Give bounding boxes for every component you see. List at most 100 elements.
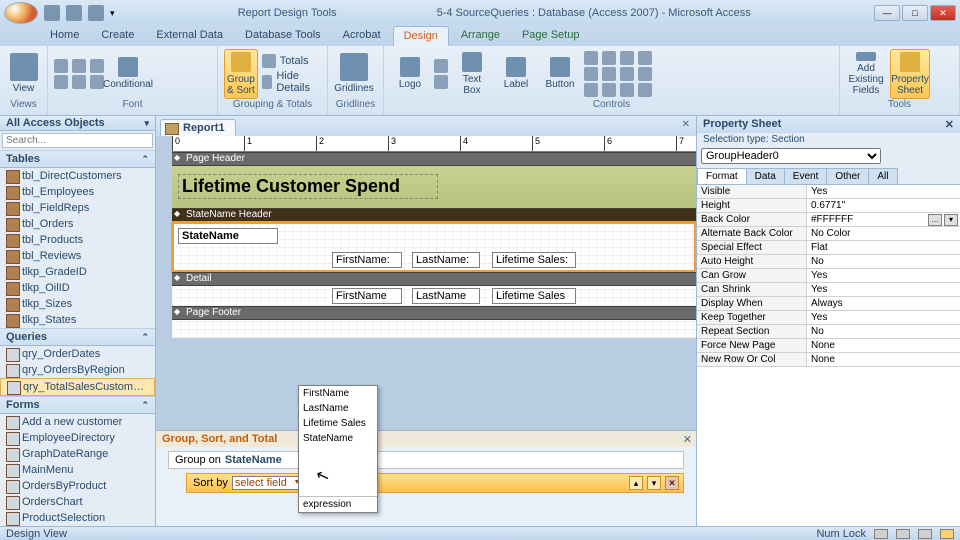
document-close-icon[interactable]: ✕ [682,119,690,130]
nav-table-item[interactable]: tbl_Orders [0,216,155,232]
view-print-icon[interactable] [896,529,910,539]
prop-value[interactable]: None [807,353,960,366]
prop-tab-format[interactable]: Format [697,168,747,184]
field-option-expression[interactable]: expression [299,497,377,512]
save-icon[interactable] [44,5,60,21]
view-layout-icon[interactable] [918,529,932,539]
prop-tab-data[interactable]: Data [746,168,785,184]
totals-button[interactable]: Totals [262,54,321,68]
field-option[interactable]: FirstName [299,386,377,401]
nav-search-input[interactable] [2,133,153,148]
nav-table-item[interactable]: tlkp_States [0,312,155,328]
control-icon[interactable] [434,75,448,89]
prop-tab-event[interactable]: Event [784,168,828,184]
prop-value[interactable]: No [807,255,960,268]
nav-form-item[interactable]: OrdersByProduct [0,478,155,494]
prop-row[interactable]: Can GrowYes [697,269,960,283]
nav-table-item[interactable]: tbl_DirectCustomers [0,168,155,184]
nav-form-item[interactable]: GraphDateRange [0,446,155,462]
property-sheet-button[interactable]: Property Sheet [890,49,930,99]
control-icon[interactable] [602,51,616,65]
column-label[interactable]: FirstName: [332,252,402,268]
add-fields-button[interactable]: Add Existing Fields [846,49,886,99]
nav-table-item[interactable]: tbl_Products [0,232,155,248]
section-page-footer-body[interactable] [172,320,696,338]
control-icon[interactable] [638,67,652,81]
tab-arrange[interactable]: Arrange [451,26,510,46]
view-design-icon[interactable] [940,529,954,539]
italic-icon[interactable] [72,59,86,73]
nav-form-item[interactable]: ProductSelection [0,510,155,526]
control-icon[interactable] [620,51,634,65]
nav-form-item[interactable]: OrdersChart [0,494,155,510]
field-option[interactable]: LastName [299,401,377,416]
control-icon[interactable] [602,67,616,81]
control-icon[interactable] [620,67,634,81]
tab-external-data[interactable]: External Data [146,26,233,46]
section-page-header-body[interactable]: Lifetime Customer Spend [172,166,696,208]
nav-form-item[interactable]: Add a new customer [0,414,155,430]
undo-icon[interactable] [66,5,82,21]
tab-database-tools[interactable]: Database Tools [235,26,331,46]
underline-icon[interactable] [90,59,104,73]
nav-table-item[interactable]: tlkp_Sizes [0,296,155,312]
conditional-button[interactable]: Conditional [108,49,148,99]
label-button[interactable]: Label [496,49,536,99]
column-label[interactable]: LastName: [412,252,480,268]
view-button[interactable]: View [6,49,41,99]
prop-row[interactable]: Repeat SectionNo [697,325,960,339]
prop-row[interactable]: Height0.6771" [697,199,960,213]
prop-value[interactable]: Yes [807,311,960,324]
nav-section-tables[interactable]: Tables⌃ [0,150,155,168]
nav-form-item[interactable]: EmployeeDirectory [0,430,155,446]
tab-page-setup[interactable]: Page Setup [512,26,590,46]
nav-table-item[interactable]: tlkp_OilID [0,280,155,296]
prop-value[interactable]: Yes [807,269,960,282]
field-option[interactable]: StateName [299,431,377,446]
button-control-button[interactable]: Button [540,49,580,99]
nav-table-item[interactable]: tbl_Employees [0,184,155,200]
control-icon[interactable] [584,83,598,97]
document-tab[interactable]: Report1 [160,119,236,136]
nav-query-item[interactable]: qry_OrderDates [0,346,155,362]
gst-move-down-icon[interactable]: ▾ [647,476,661,490]
prop-object-selector[interactable]: GroupHeader0 [701,148,881,164]
column-label[interactable]: Lifetime Sales: [492,252,576,268]
textbox-button[interactable]: Text Box [452,49,492,99]
detail-field[interactable]: LastName [412,288,480,304]
view-report-icon[interactable] [874,529,888,539]
gst-sort-row[interactable]: Sort by select field ▴ ▾ ✕ [186,473,684,493]
gst-delete-icon[interactable]: ✕ [665,476,679,490]
section-detail-bar[interactable]: Detail [172,272,696,286]
prop-value[interactable]: Always [807,297,960,310]
section-group-header-bar[interactable]: StateName Header [172,208,696,222]
nav-table-item[interactable]: tbl_FieldReps [0,200,155,216]
maximize-button[interactable]: □ [902,5,928,21]
prop-row[interactable]: Back Color#FFFFFF▾… [697,213,960,227]
prop-value[interactable]: Flat [807,241,960,254]
gst-close-icon[interactable]: ✕ [683,433,692,446]
detail-field[interactable]: FirstName [332,288,402,304]
gst-sort-field-selector[interactable]: select field [232,476,302,490]
control-icon[interactable] [584,51,598,65]
prop-row[interactable]: Force New PageNone [697,339,960,353]
prop-row[interactable]: Keep TogetherYes [697,311,960,325]
control-icon[interactable] [584,67,598,81]
nav-table-item[interactable]: tlkp_GradeID [0,264,155,280]
prop-dropdown-icon[interactable]: ▾ [944,214,958,226]
prop-value[interactable]: 0.6771" [807,199,960,212]
report-title-control[interactable]: Lifetime Customer Spend [178,174,438,199]
tab-acrobat[interactable]: Acrobat [333,26,391,46]
gst-group-row[interactable]: Group on StateName [168,451,684,469]
prop-row[interactable]: Special EffectFlat [697,241,960,255]
tab-create[interactable]: Create [91,26,144,46]
section-page-footer-bar[interactable]: Page Footer [172,306,696,320]
design-canvas[interactable]: Page Header Lifetime Customer Spend Stat… [172,152,696,338]
office-button[interactable] [4,2,38,24]
prop-row[interactable]: New Row Or ColNone [697,353,960,367]
prop-row[interactable]: Display WhenAlways [697,297,960,311]
prop-value[interactable]: No [807,325,960,338]
prop-row[interactable]: Alternate Back ColorNo Color [697,227,960,241]
horizontal-ruler[interactable]: 012345678 [172,136,696,152]
prop-tab-all[interactable]: All [868,168,897,184]
